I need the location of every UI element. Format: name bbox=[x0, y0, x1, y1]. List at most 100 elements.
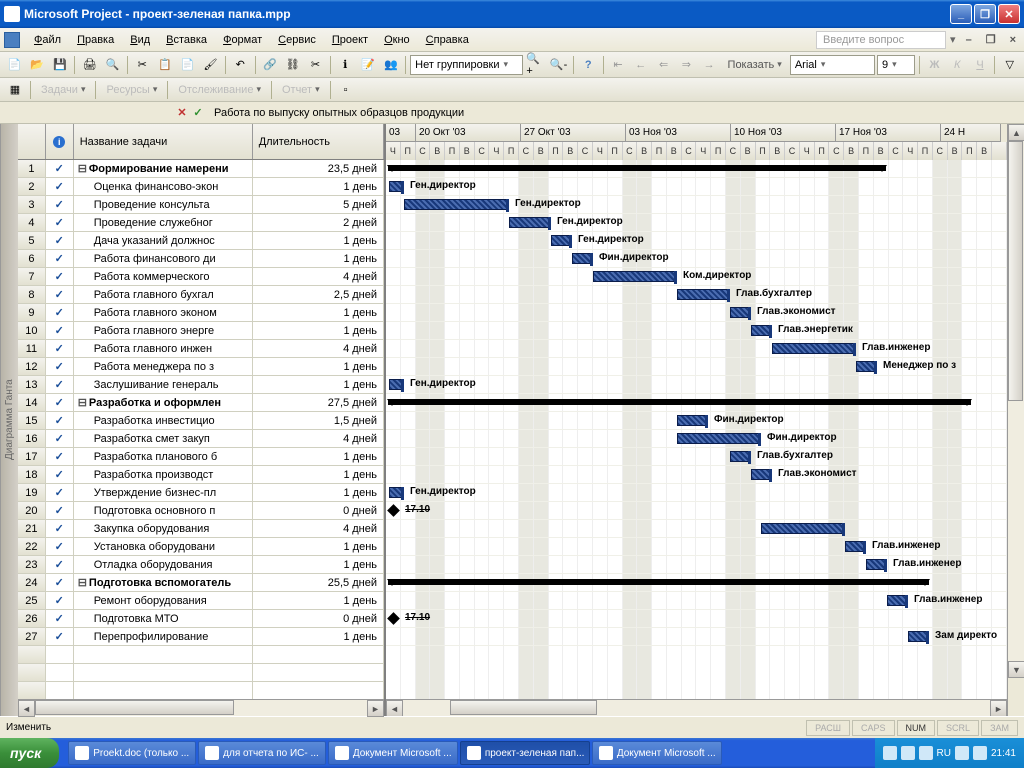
task-row[interactable]: 9✓Работа главного эконом1 день bbox=[18, 304, 384, 322]
report-link[interactable]: Отчет▾ bbox=[276, 82, 326, 98]
task-duration-cell[interactable]: 1 день bbox=[253, 322, 384, 339]
task-name-cell[interactable]: Работа менеджера по з bbox=[74, 358, 253, 375]
task-duration-cell[interactable]: 23,5 дней bbox=[253, 160, 384, 177]
help-button[interactable]: ? bbox=[578, 54, 599, 76]
task-bar[interactable] bbox=[856, 361, 877, 372]
language-indicator[interactable]: RU bbox=[937, 748, 951, 759]
row-id[interactable]: 23 bbox=[18, 556, 46, 573]
bold-button[interactable]: Ж bbox=[924, 54, 945, 76]
task-duration-cell[interactable]: 2 дней bbox=[253, 214, 384, 231]
task-row[interactable]: 13✓Заслушивание генераль1 день bbox=[18, 376, 384, 394]
paste-button[interactable]: 📄 bbox=[177, 54, 198, 76]
underline-button[interactable]: Ч bbox=[970, 54, 991, 76]
task-name-cell[interactable]: Работа главного инжен bbox=[74, 340, 253, 357]
task-bar[interactable] bbox=[751, 469, 772, 480]
menu-сервис[interactable]: Сервис bbox=[270, 32, 324, 48]
task-bar[interactable] bbox=[677, 433, 761, 444]
row-id[interactable]: 1 bbox=[18, 160, 46, 177]
task-name-cell[interactable]: Проведение консульта bbox=[74, 196, 253, 213]
print-button[interactable]: 🖨 bbox=[79, 54, 100, 76]
task-duration-cell[interactable]: 1 день bbox=[253, 592, 384, 609]
row-id[interactable]: 4 bbox=[18, 214, 46, 231]
task-row[interactable]: 19✓Утверждение бизнес-пл1 день bbox=[18, 484, 384, 502]
task-name-cell[interactable]: Перепрофилирование bbox=[74, 628, 253, 645]
summary-bar[interactable] bbox=[388, 165, 886, 171]
task-bar[interactable] bbox=[593, 271, 677, 282]
summary-bar[interactable] bbox=[388, 579, 929, 585]
taskbar-item[interactable]: для отчета по ИС- ... bbox=[198, 741, 326, 765]
row-id[interactable]: 15 bbox=[18, 412, 46, 429]
accept-edit-icon[interactable]: ✓ bbox=[190, 105, 206, 121]
nav-prev-button[interactable]: ← bbox=[630, 54, 651, 76]
view-tab-gantt[interactable]: Диаграмма Ганта bbox=[0, 124, 18, 716]
row-id[interactable]: 26 bbox=[18, 610, 46, 627]
row-id[interactable]: 7 bbox=[18, 268, 46, 285]
task-name-cell[interactable]: Разработка планового б bbox=[74, 448, 253, 465]
task-duration-cell[interactable]: 1 день bbox=[253, 484, 384, 501]
task-name-cell[interactable]: Дача указаний должнос bbox=[74, 232, 253, 249]
task-duration-cell[interactable]: 1 день bbox=[253, 178, 384, 195]
clock[interactable]: 21:41 bbox=[991, 748, 1016, 759]
task-bar[interactable] bbox=[404, 199, 509, 210]
task-row[interactable]: 23✓Отладка оборудования1 день bbox=[18, 556, 384, 574]
placeholder-button[interactable]: ▫ bbox=[335, 79, 357, 101]
menu-проект[interactable]: Проект bbox=[324, 32, 376, 48]
undo-button[interactable]: ↶ bbox=[230, 54, 251, 76]
task-bar[interactable] bbox=[572, 253, 593, 264]
tray-icon[interactable] bbox=[901, 746, 915, 760]
cancel-edit-icon[interactable]: ✕ bbox=[174, 105, 190, 121]
row-id[interactable]: 2 bbox=[18, 178, 46, 195]
task-row[interactable]: 5✓Дача указаний должнос1 день bbox=[18, 232, 384, 250]
task-name-cell[interactable]: Разработка производст bbox=[74, 466, 253, 483]
row-id[interactable]: 22 bbox=[18, 538, 46, 555]
task-bar[interactable] bbox=[389, 181, 404, 192]
tracking-link[interactable]: Отслеживание▾ bbox=[172, 82, 267, 98]
task-name-cell[interactable]: Работа коммерческого bbox=[74, 268, 253, 285]
task-name-cell[interactable]: Заслушивание генераль bbox=[74, 376, 253, 393]
save-button[interactable]: 💾 bbox=[50, 54, 71, 76]
menu-dropdown-icon[interactable]: ▾ bbox=[950, 33, 956, 46]
close-button[interactable]: ✕ bbox=[998, 4, 1020, 24]
resources-link[interactable]: Ресурсы▾ bbox=[100, 82, 163, 98]
row-id[interactable]: 5 bbox=[18, 232, 46, 249]
row-id[interactable]: 12 bbox=[18, 358, 46, 375]
task-duration-cell[interactable]: 1 день bbox=[253, 466, 384, 483]
row-id[interactable]: 27 bbox=[18, 628, 46, 645]
task-duration-cell[interactable]: 1,5 дней bbox=[253, 412, 384, 429]
gantt-scrollbar-v[interactable]: ▲ ▼ bbox=[1007, 124, 1024, 716]
task-row[interactable]: 17✓Разработка планового б1 день bbox=[18, 448, 384, 466]
col-header-name[interactable]: Название задачи bbox=[74, 124, 253, 159]
system-tray[interactable]: RU 21:41 bbox=[875, 738, 1024, 768]
show-dropdown[interactable]: Показать▾ bbox=[722, 57, 788, 73]
task-duration-cell[interactable]: 1 день bbox=[253, 448, 384, 465]
task-row[interactable]: 18✓Разработка производст1 день bbox=[18, 466, 384, 484]
task-row[interactable]: 2✓Оценка финансово-экон1 день bbox=[18, 178, 384, 196]
tray-icon[interactable] bbox=[883, 746, 897, 760]
task-bar[interactable] bbox=[751, 325, 772, 336]
task-duration-cell[interactable]: 1 день bbox=[253, 250, 384, 267]
task-bar[interactable] bbox=[389, 487, 404, 498]
menu-правка[interactable]: Правка bbox=[69, 32, 122, 48]
font-combo[interactable]: Arial▾ bbox=[790, 55, 875, 75]
task-name-cell[interactable]: Подготовка МТО bbox=[74, 610, 253, 627]
row-id[interactable]: 6 bbox=[18, 250, 46, 267]
task-duration-cell[interactable]: 4 дней bbox=[253, 430, 384, 447]
task-duration-cell[interactable]: 2,5 дней bbox=[253, 286, 384, 303]
task-row[interactable]: 3✓Проведение консульта5 дней bbox=[18, 196, 384, 214]
row-id[interactable]: 25 bbox=[18, 592, 46, 609]
col-header-id[interactable] bbox=[18, 124, 46, 159]
outdent-button[interactable]: ⇐ bbox=[653, 54, 674, 76]
pane-button[interactable]: ▦ bbox=[4, 79, 26, 101]
task-duration-cell[interactable]: 1 день bbox=[253, 628, 384, 645]
task-bar[interactable] bbox=[551, 235, 572, 246]
row-id[interactable]: 19 bbox=[18, 484, 46, 501]
gantt-scroll-up-button[interactable]: ▲ bbox=[1008, 124, 1024, 141]
help-question-input[interactable]: Введите вопрос bbox=[816, 31, 946, 49]
task-row[interactable]: 26✓Подготовка МТО0 дней bbox=[18, 610, 384, 628]
gantt-scroll-down-button[interactable]: ▼ bbox=[1008, 661, 1024, 678]
doc-restore-button[interactable]: ❐ bbox=[982, 31, 1000, 48]
task-name-cell[interactable]: Закупка оборудования bbox=[74, 520, 253, 537]
task-duration-cell[interactable]: 0 дней bbox=[253, 610, 384, 627]
row-id[interactable]: 18 bbox=[18, 466, 46, 483]
task-row[interactable]: 8✓Работа главного бухгал2,5 дней bbox=[18, 286, 384, 304]
